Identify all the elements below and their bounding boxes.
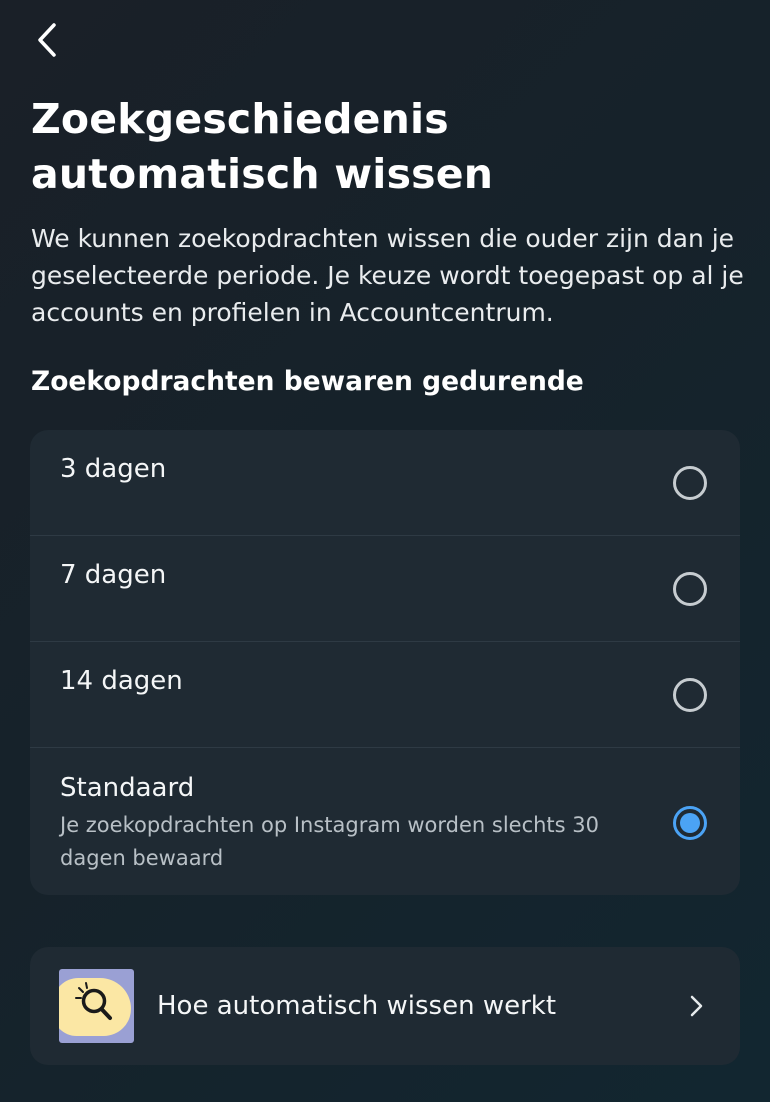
option-label: Standaard xyxy=(60,773,195,803)
option-label: 14 dagen xyxy=(60,666,183,696)
option-label: 7 dagen xyxy=(60,560,167,590)
option-standaard[interactable]: Standaard Je zoekopdrachten op Instagram… xyxy=(30,748,740,895)
page-description: We kunnen zoekopdrachten wissen die oude… xyxy=(31,224,744,327)
option-subtitle: Je zoekopdrachten op Instagram worden sl… xyxy=(60,813,600,870)
section-heading: Zoekopdrachten bewaren gedurende xyxy=(31,366,584,397)
option-label: 3 dagen xyxy=(60,454,167,484)
chevron-left-icon xyxy=(36,22,58,62)
option-14-dagen[interactable]: 14 dagen xyxy=(30,642,740,748)
info-label: Hoe automatisch wissen werkt xyxy=(157,991,557,1021)
how-auto-clear-works-link[interactable]: Hoe automatisch wissen werkt xyxy=(30,947,740,1065)
retention-options-card: 3 dagen 7 dagen 14 dagen Standaard Je zo… xyxy=(30,430,740,895)
radio-button[interactable] xyxy=(673,466,707,500)
radio-button[interactable] xyxy=(673,572,707,606)
option-3-dagen[interactable]: 3 dagen xyxy=(30,430,740,536)
radio-button[interactable] xyxy=(673,678,707,712)
radio-button-selected[interactable] xyxy=(673,806,707,840)
back-button[interactable] xyxy=(30,22,64,62)
chevron-right-icon xyxy=(686,993,706,1019)
page-title: Zoekgeschiedenis automatisch wissen xyxy=(31,95,494,198)
magnifier-icon xyxy=(59,969,134,1043)
option-7-dagen[interactable]: 7 dagen xyxy=(30,536,740,642)
